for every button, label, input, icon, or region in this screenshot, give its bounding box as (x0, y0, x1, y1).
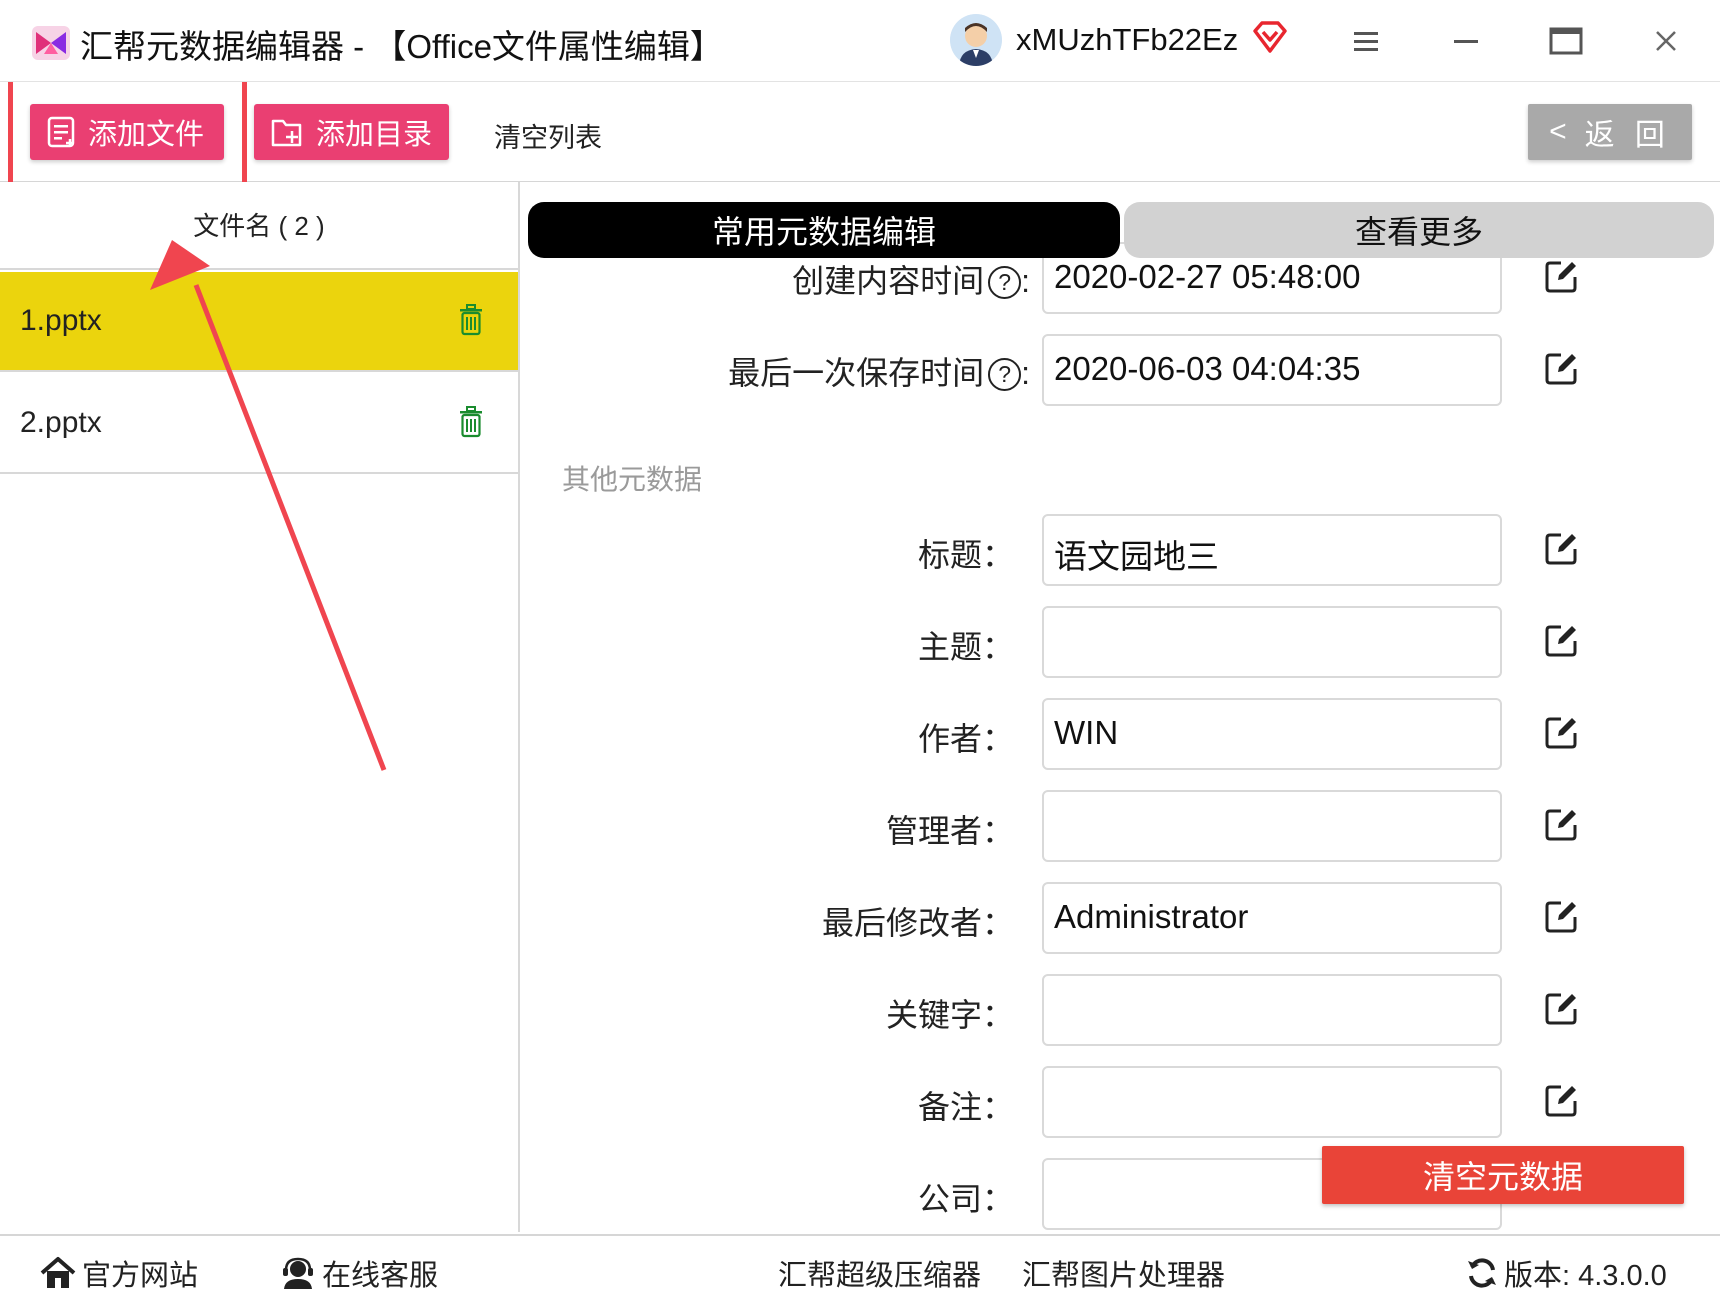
close-icon (1656, 31, 1676, 51)
annotation-highlight-box (8, 82, 247, 188)
subject-field[interactable] (1042, 606, 1502, 678)
created-time-label: 创建内容时间?: (792, 263, 1030, 299)
toolbar: 添加文件 添加目录 清空列表 < 返 回 (0, 82, 1720, 188)
maximize-icon (1549, 27, 1583, 55)
edit-icon[interactable] (1544, 806, 1580, 842)
username[interactable]: xMUzhTFb22Ez (1016, 22, 1238, 58)
title-field[interactable]: 语文园地三 (1042, 514, 1502, 586)
last-modified-by-field[interactable]: Administrator (1042, 882, 1502, 954)
subject-label: 主题： (917, 629, 1014, 665)
file-row[interactable]: 2.pptx (0, 374, 518, 474)
edit-icon[interactable] (1544, 1082, 1580, 1118)
hamburger-icon (1354, 32, 1378, 51)
clear-list-button[interactable]: 清空列表 (494, 116, 602, 155)
footer-bar: 官方网站 在线客服 汇帮超级压缩器 汇帮图片处理器 版本: 4.3.0.0 (0, 1234, 1720, 1300)
maximize-button[interactable] (1542, 18, 1590, 64)
edit-icon[interactable] (1544, 530, 1580, 566)
add-directory-label: 添加目录 (316, 119, 433, 151)
file-row[interactable]: 1.pptx (0, 272, 518, 372)
manager-field[interactable] (1042, 790, 1502, 862)
app-logo-icon (32, 26, 70, 60)
home-icon (40, 1257, 76, 1288)
add-directory-button[interactable]: 添加目录 (254, 104, 449, 160)
edit-icon[interactable] (1544, 990, 1580, 1026)
trash-icon[interactable] (458, 304, 484, 336)
back-button[interactable]: < 返 回 (1528, 104, 1692, 160)
keywords-label: 关键字： (885, 997, 1014, 1033)
title-bar: 汇帮元数据编辑器 - 【Office文件属性编辑】 xMUzhTFb22Ez (0, 0, 1720, 82)
comments-label: 备注： (917, 1089, 1014, 1125)
manager-label: 管理者： (885, 813, 1014, 849)
author-label: 作者： (917, 721, 1014, 757)
tab-view-more[interactable]: 查看更多 (1124, 202, 1714, 258)
add-folder-icon (271, 119, 302, 147)
file-name: 1.pptx (20, 304, 102, 337)
help-icon[interactable]: ? (988, 358, 1022, 391)
minimize-icon (1454, 40, 1478, 43)
keywords-field[interactable] (1042, 974, 1502, 1046)
super-compressor-link[interactable]: 汇帮超级压缩器 (778, 1252, 981, 1294)
trash-icon[interactable] (458, 406, 484, 438)
user-avatar[interactable] (950, 14, 1002, 66)
last-saved-time-field[interactable]: 2020-06-03 04:04:35 (1042, 334, 1502, 406)
chevron-left-icon: < (1549, 115, 1567, 148)
clear-metadata-button[interactable]: 清空元数据 (1322, 1146, 1684, 1204)
menu-button[interactable] (1342, 18, 1390, 64)
edit-icon[interactable] (1544, 714, 1580, 750)
last-saved-time-label: 最后一次保存时间?: (728, 355, 1030, 391)
minimize-button[interactable] (1442, 18, 1490, 64)
edit-icon[interactable] (1544, 258, 1580, 294)
tab-common-metadata[interactable]: 常用元数据编辑 (528, 202, 1120, 258)
refresh-icon (1468, 1258, 1496, 1288)
edit-icon[interactable] (1544, 622, 1580, 658)
avatar-icon (950, 14, 1002, 66)
comments-field[interactable] (1042, 1066, 1502, 1138)
edit-icon[interactable] (1544, 350, 1580, 386)
help-icon[interactable]: ? (988, 266, 1022, 299)
window-title: 汇帮元数据编辑器 - 【Office文件属性编辑】 (80, 28, 723, 65)
back-label: 返 回 (1584, 119, 1671, 152)
file-list-panel: 文件名 ( 2 ) 1.pptx 2.pptx (0, 182, 520, 1232)
version-info[interactable]: 版本: 4.3.0.0 (1466, 1252, 1667, 1294)
file-list-header: 文件名 ( 2 ) (0, 182, 518, 270)
last-modified-by-label: 最后修改者： (821, 905, 1014, 941)
online-support-link[interactable]: 在线客服 (280, 1252, 438, 1294)
official-website-link[interactable]: 官方网站 (40, 1252, 198, 1294)
author-field[interactable]: WIN (1042, 698, 1502, 770)
section-other-metadata: 其他元数据 (562, 464, 703, 495)
file-name: 2.pptx (20, 406, 102, 439)
title-label: 标题： (917, 537, 1014, 573)
edit-icon[interactable] (1544, 898, 1580, 934)
close-button[interactable] (1642, 18, 1690, 64)
image-processor-link[interactable]: 汇帮图片处理器 (1022, 1252, 1225, 1294)
headset-icon (283, 1257, 313, 1289)
vip-diamond-icon[interactable] (1252, 20, 1288, 54)
company-label: 公司： (917, 1181, 1014, 1217)
